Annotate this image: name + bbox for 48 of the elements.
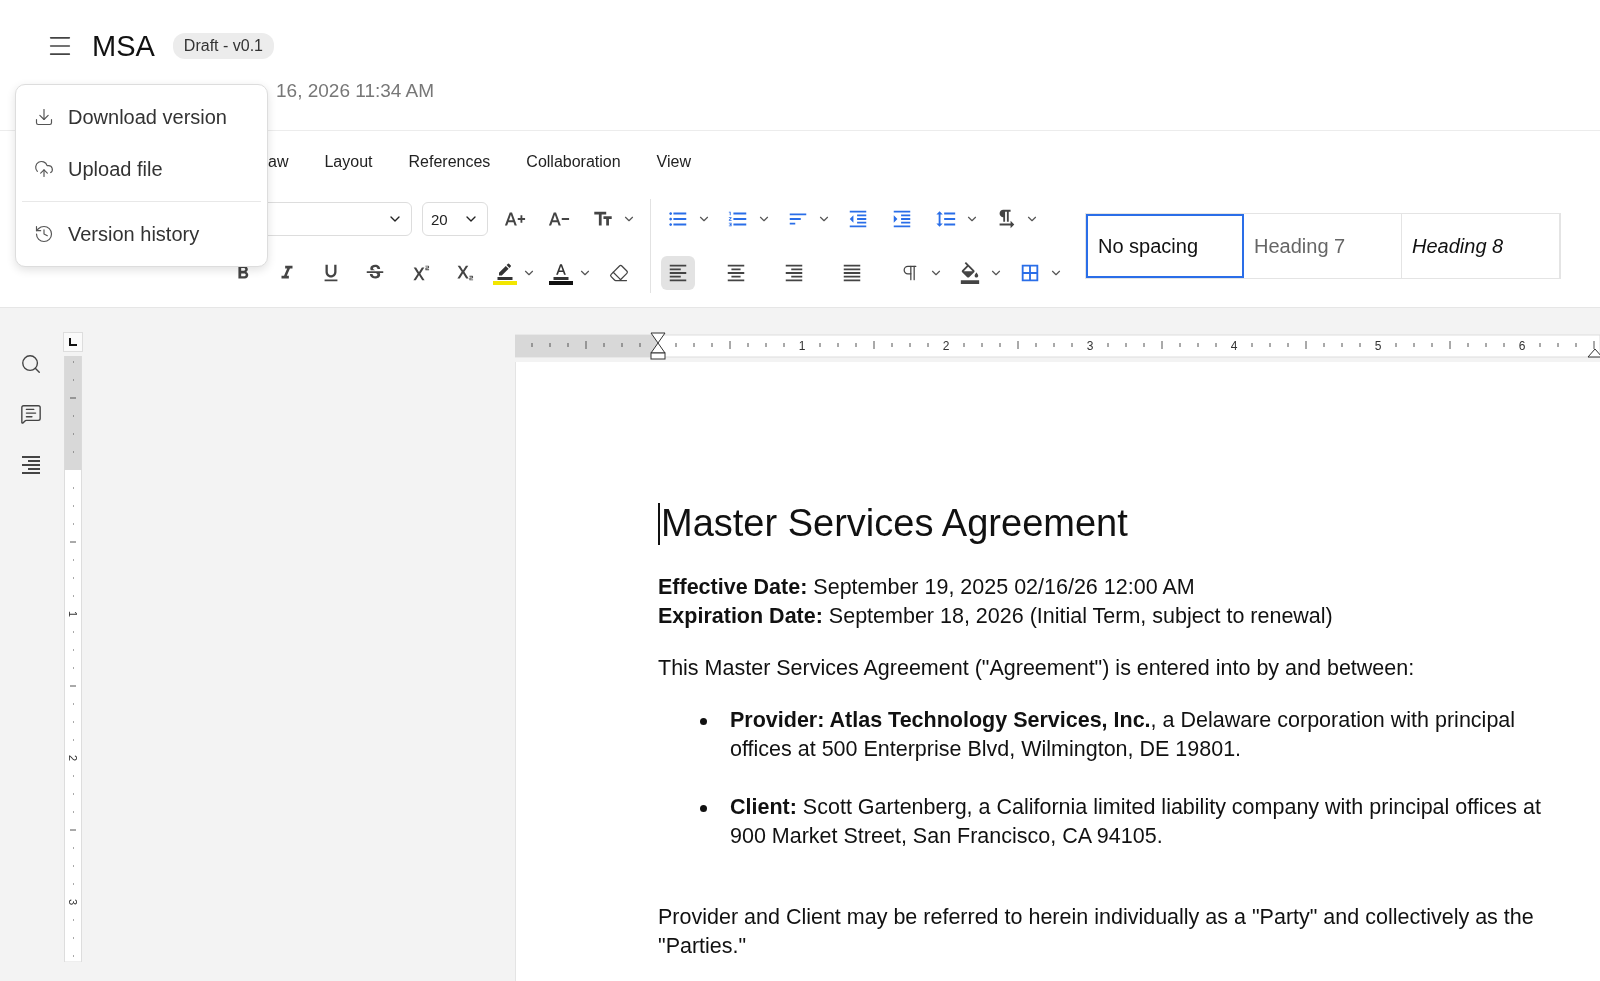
font-color-bar (549, 280, 573, 285)
text-cursor (658, 502, 660, 545)
document-heading: Master Services Agreement (661, 502, 1128, 545)
outline-icon[interactable] (19, 453, 43, 477)
ruler-number: 3 (1086, 339, 1094, 353)
indent-marker-icon[interactable] (650, 332, 666, 360)
menu-tab[interactable]: Layout (324, 153, 373, 177)
ruler-number: 2 (942, 339, 950, 353)
document-title: MSA (92, 29, 155, 63)
menu-tab[interactable]: View (656, 153, 691, 177)
menu-item[interactable]: Upload file (16, 143, 267, 195)
menu-item[interactable]: Download version (16, 91, 267, 143)
history-icon (34, 224, 54, 244)
highlight-color-bar (493, 280, 517, 285)
upload-icon (34, 159, 54, 179)
ruler-number: 5 (1374, 339, 1382, 353)
search-icon[interactable] (20, 353, 42, 375)
date-line: Expiration Date: September 18, 2026 (Initial Term, subject to renewal) (658, 603, 1334, 630)
ruler-number: 6 (1518, 339, 1526, 353)
paragraph: Provider and Client may be referred to herein individually as a "Party" and collectively as the "Parties." (658, 904, 1535, 960)
style-option[interactable]: Heading 7 (1244, 214, 1402, 278)
font-color-icon (552, 261, 570, 280)
comment-icon[interactable] (20, 403, 42, 425)
ruler-number: 2 (67, 754, 79, 762)
tab-stop-icon[interactable] (63, 332, 83, 352)
paragraph: This Master Services Agreement ("Agreement") is entered into by and between: (658, 655, 1416, 682)
font-size-select[interactable]: 20 (422, 202, 488, 236)
ruler-number: 4 (1230, 339, 1238, 353)
date-line: Effective Date: September 19, 2025 02/16/26 12:00 AM (658, 574, 1196, 601)
list-item: Provider: Atlas Technology Services, Inc., a Delaware corporation with principal offices at 500 Enterprise Blvd, Wilmington, DE 19801. (730, 707, 1517, 763)
list-item: Client: Scott Gartenberg, a California limited liability company with principal offices at 900 Market Street, San Francisco, CA 94105. (730, 794, 1542, 850)
menu-tab[interactable]: References (408, 153, 491, 177)
style-option[interactable]: No spacing (1086, 214, 1244, 278)
bullet-icon (700, 805, 707, 812)
version-badge: Draft - v0.1 (172, 33, 274, 59)
ruler-number: 1 (798, 339, 806, 353)
menu-tab[interactable]: aw (268, 153, 289, 177)
ruler-number: 1 (67, 610, 79, 618)
highlighter-icon (496, 261, 514, 280)
align-icon[interactable] (661, 256, 695, 290)
last-saved-text: 16, 2026 11:34 AM (276, 80, 435, 101)
style-option[interactable]: Heading 8 (1402, 214, 1560, 278)
menu-item[interactable]: Version history (16, 208, 267, 260)
download-icon (34, 107, 54, 127)
bullet-icon (700, 718, 707, 725)
menu-tab[interactable]: Collaboration (526, 153, 621, 177)
margin-marker-icon[interactable] (1587, 348, 1600, 358)
ruler-number: 3 (67, 898, 79, 906)
